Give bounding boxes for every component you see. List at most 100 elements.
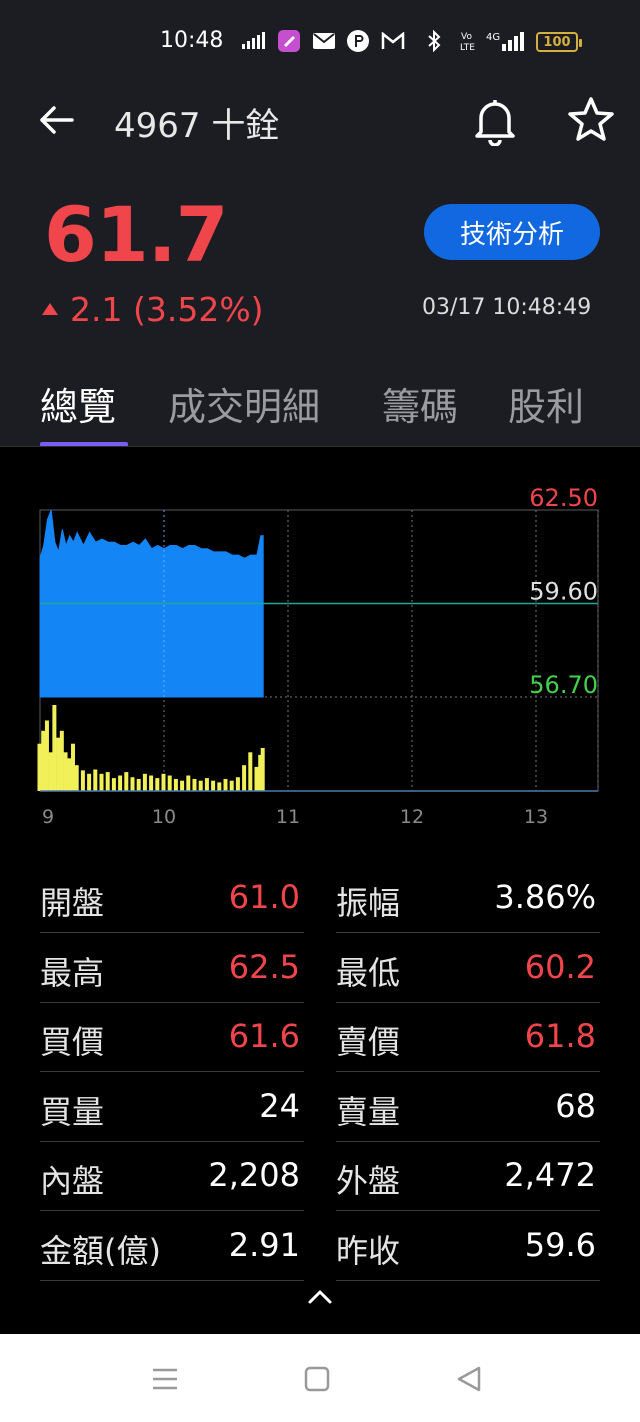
technical-analysis-button[interactable]: 技術分析	[424, 204, 600, 260]
volume-bar	[204, 778, 209, 791]
price-label-high: 62.50	[529, 484, 598, 512]
price-label-low: 56.70	[529, 671, 598, 699]
stat-label: 振幅	[336, 884, 401, 922]
stat-label: 賣量	[336, 1092, 401, 1131]
volume-bar	[155, 778, 160, 791]
stat-value: 2.91	[228, 1225, 300, 1264]
alert-button[interactable]	[472, 96, 518, 147]
stat-cell: 開盤 61.0	[40, 864, 304, 933]
volume-bar	[56, 737, 61, 791]
volume-bar	[63, 752, 68, 791]
intraday-chart[interactable]: 62.50 59.60 56.70 9 10 11 12 13	[0, 470, 640, 840]
volume-bar	[242, 765, 247, 791]
stat-label: 最低	[336, 953, 401, 992]
volume-bar	[118, 775, 123, 791]
volume-bar	[67, 758, 72, 791]
bluetooth-icon	[424, 30, 444, 52]
volume-bar	[52, 705, 57, 791]
volume-bar	[211, 780, 216, 791]
stat-value: 62.5	[228, 947, 300, 986]
home-icon[interactable]	[302, 1364, 332, 1394]
volume-bar	[217, 782, 222, 791]
price-change: 2.1 (3.52%)	[42, 290, 264, 329]
quote-datetime: 03/17 10:48:49	[422, 295, 592, 320]
chevron-up-icon[interactable]	[306, 1286, 334, 1306]
volume-bar	[74, 765, 79, 791]
stat-cell: 最高 62.5	[40, 934, 304, 1003]
stat-cell: 最低 60.2	[336, 934, 600, 1003]
tab-dividend[interactable]: 股利	[508, 376, 584, 431]
stat-cell: 內盤 2,208	[40, 1142, 304, 1211]
stat-cell: 買量 24	[40, 1073, 304, 1142]
volume-bar	[173, 778, 178, 791]
volume-bar	[44, 720, 49, 791]
star-icon	[568, 97, 614, 141]
volume-bar	[248, 752, 253, 791]
back-button[interactable]	[36, 100, 76, 140]
4g-signal-icon: 4G	[486, 30, 528, 52]
stat-value: 2,472	[504, 1156, 596, 1194]
stat-label: 外盤	[336, 1162, 401, 1200]
page-title: 4967 十銓	[114, 106, 280, 146]
volume-bar	[192, 778, 197, 791]
tab-bar: 總覽 成交明細 籌碼 股利 ​	[0, 372, 640, 447]
top-panel: 10:48 Vo LTE 4G 100 4967 十銓 61.7 技術分析 2.…	[0, 0, 640, 447]
svg-text:LTE: LTE	[460, 43, 475, 52]
stat-cell: 昨收 59.6	[336, 1212, 600, 1281]
arrow-left-icon	[40, 106, 74, 134]
volume-bar	[167, 775, 172, 791]
gmail-icon	[380, 30, 406, 52]
stat-cell: 金額(億) 2.91	[40, 1212, 304, 1281]
signal-speed-icon	[240, 30, 268, 52]
svg-text:4G: 4G	[486, 32, 500, 43]
tabs-divider	[0, 446, 640, 447]
system-nav-bar	[0, 1334, 640, 1422]
status-bar: 10:48 Vo LTE 4G 100	[0, 0, 640, 86]
volume-bar	[142, 773, 147, 791]
back-nav-icon[interactable]	[454, 1364, 484, 1394]
stat-value: 60.2	[524, 947, 596, 986]
volume-bar	[48, 752, 53, 791]
volume-bar	[260, 748, 265, 791]
volume-bar	[87, 773, 92, 791]
stat-label: 最高	[40, 953, 105, 992]
stat-value: 2,208	[208, 1156, 300, 1194]
volume-bar	[136, 778, 141, 791]
volume-bar	[99, 773, 104, 791]
app-icon	[277, 30, 301, 52]
status-time: 10:48	[160, 28, 224, 53]
volume-bar	[186, 775, 191, 791]
stat-label: 內盤	[40, 1162, 105, 1200]
tab-overview[interactable]: 總覽	[40, 376, 116, 431]
stat-value: 3.86%	[494, 878, 596, 916]
volume-bar	[93, 769, 98, 791]
stat-cell: 外盤 2,472	[336, 1142, 600, 1211]
stat-value: 61.8	[524, 1017, 596, 1055]
volume-bar	[130, 777, 135, 791]
tab-chips[interactable]: 籌碼	[382, 376, 458, 431]
mail-icon	[312, 30, 336, 52]
stat-value: 61.0	[228, 878, 300, 916]
stat-value: 61.6	[228, 1017, 300, 1055]
volume-bar	[229, 780, 234, 791]
volume-bar	[180, 780, 185, 791]
menu-icon[interactable]	[150, 1364, 180, 1394]
x-tick-label: 12	[400, 806, 424, 828]
volte-icon: Vo LTE	[458, 30, 480, 52]
volume-bar	[149, 775, 154, 791]
x-tick-label: 9	[42, 806, 54, 828]
volume-bar	[235, 777, 240, 791]
volume-bar	[223, 778, 228, 791]
volume-bar	[37, 743, 42, 791]
volume-bar	[80, 770, 85, 791]
volume-bar	[41, 730, 46, 791]
stat-label: 買價	[40, 1023, 105, 1061]
volume-bar	[198, 780, 203, 791]
volume-bar	[111, 778, 116, 791]
x-tick-label: 11	[276, 806, 300, 828]
volume-bar	[161, 773, 166, 791]
stat-cell: 振幅 3.86%	[336, 864, 600, 933]
favorite-button[interactable]	[566, 96, 616, 144]
tab-trade-details[interactable]: 成交明細	[168, 376, 320, 431]
volume-bar	[105, 772, 110, 791]
